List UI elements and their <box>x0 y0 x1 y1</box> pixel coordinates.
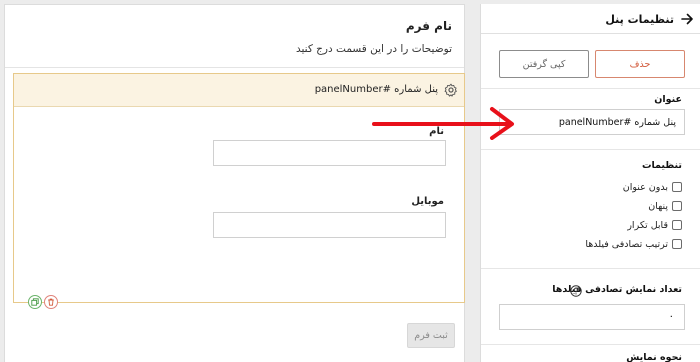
form-divider <box>5 67 464 68</box>
divider <box>481 149 700 150</box>
display-mode-label: نحوه نمایش <box>626 352 682 362</box>
back-arrow-icon[interactable] <box>681 13 693 25</box>
checkbox-label: قابل تکرار <box>627 219 668 231</box>
annotation-arrow-icon <box>372 107 514 140</box>
title-field-label: عنوان <box>654 94 682 105</box>
form-editor: نام فرم توضیحات را در این قسمت درج کنید … <box>4 4 465 362</box>
checkbox-label: ترتیب تصادفی فیلدها <box>585 238 668 250</box>
trash-icon[interactable] <box>44 295 58 309</box>
panel-header[interactable]: پنل شماره #panelNumber <box>14 74 464 107</box>
field-label-mobile: موبایل <box>411 196 444 207</box>
panel-title-input[interactable] <box>499 109 685 135</box>
copy-button[interactable]: کپی گرفتن <box>499 50 589 78</box>
submit-form-button[interactable]: ثبت فرم <box>407 323 455 348</box>
checkbox[interactable] <box>672 220 682 230</box>
gear-icon[interactable] <box>444 83 458 97</box>
sidebar-title: تنظیمات پنل <box>605 13 674 26</box>
checkbox-random-order[interactable]: ترتیب تصادفی فیلدها <box>585 237 682 251</box>
checkbox[interactable] <box>672 201 682 211</box>
settings-label: تنظیمات <box>641 160 682 171</box>
delete-button[interactable]: حذف <box>595 50 685 78</box>
help-icon[interactable] <box>570 285 582 297</box>
checkbox[interactable] <box>672 182 682 192</box>
divider <box>481 344 700 345</box>
panel-title: پنل شماره #panelNumber <box>314 84 438 95</box>
form-description[interactable]: توضیحات را در این قسمت درج کنید <box>296 43 452 55</box>
form-title[interactable]: نام فرم <box>406 19 452 33</box>
checkbox-no-title[interactable]: بدون عنوان <box>623 180 682 194</box>
checkbox[interactable] <box>672 239 682 249</box>
mobile-input[interactable] <box>213 212 446 238</box>
name-input[interactable] <box>213 140 446 166</box>
divider <box>481 88 700 89</box>
divider <box>481 268 700 269</box>
checkbox-repeatable[interactable]: قابل تکرار <box>627 218 682 232</box>
sidebar-header: تنظیمات پنل <box>481 4 700 34</box>
panel-settings-sidebar: تنظیمات پنل حذف کپی گرفتن عنوان تنظیمات … <box>480 4 700 362</box>
checkbox-hidden[interactable]: پنهان <box>648 199 682 213</box>
checkbox-label: بدون عنوان <box>622 181 668 193</box>
copy-icon[interactable] <box>28 295 42 309</box>
checkbox-label: پنهان <box>648 200 668 212</box>
random-count-input[interactable]: ۰ <box>499 304 685 330</box>
